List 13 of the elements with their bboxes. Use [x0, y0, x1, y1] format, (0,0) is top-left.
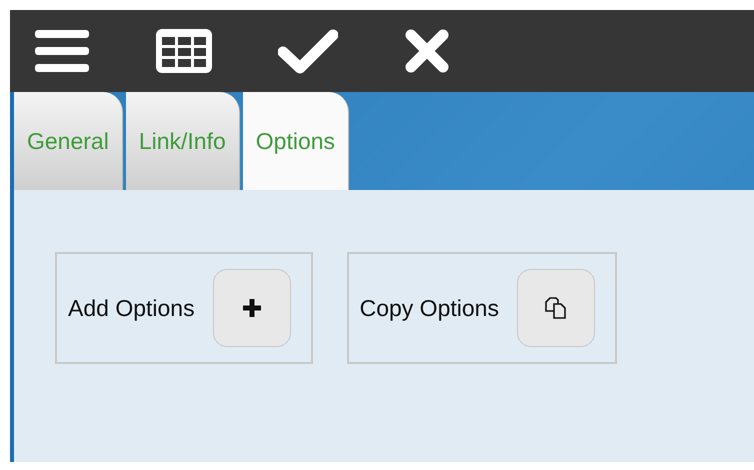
close-icon[interactable]: [405, 29, 449, 73]
copy-icon: [544, 296, 567, 320]
option-label: Copy Options: [360, 294, 499, 323]
copy-button[interactable]: [516, 269, 595, 347]
tab[interactable]: Link/Info: [126, 92, 240, 190]
add-button[interactable]: [212, 269, 291, 347]
grid-icon[interactable]: [155, 28, 213, 74]
check-icon[interactable]: [278, 28, 338, 74]
plus-icon: [242, 298, 262, 318]
tab[interactable]: Options: [242, 92, 350, 190]
menu-icon[interactable]: [34, 28, 90, 74]
option-label: Add Options: [68, 294, 195, 323]
tab[interactable]: General: [14, 92, 123, 190]
